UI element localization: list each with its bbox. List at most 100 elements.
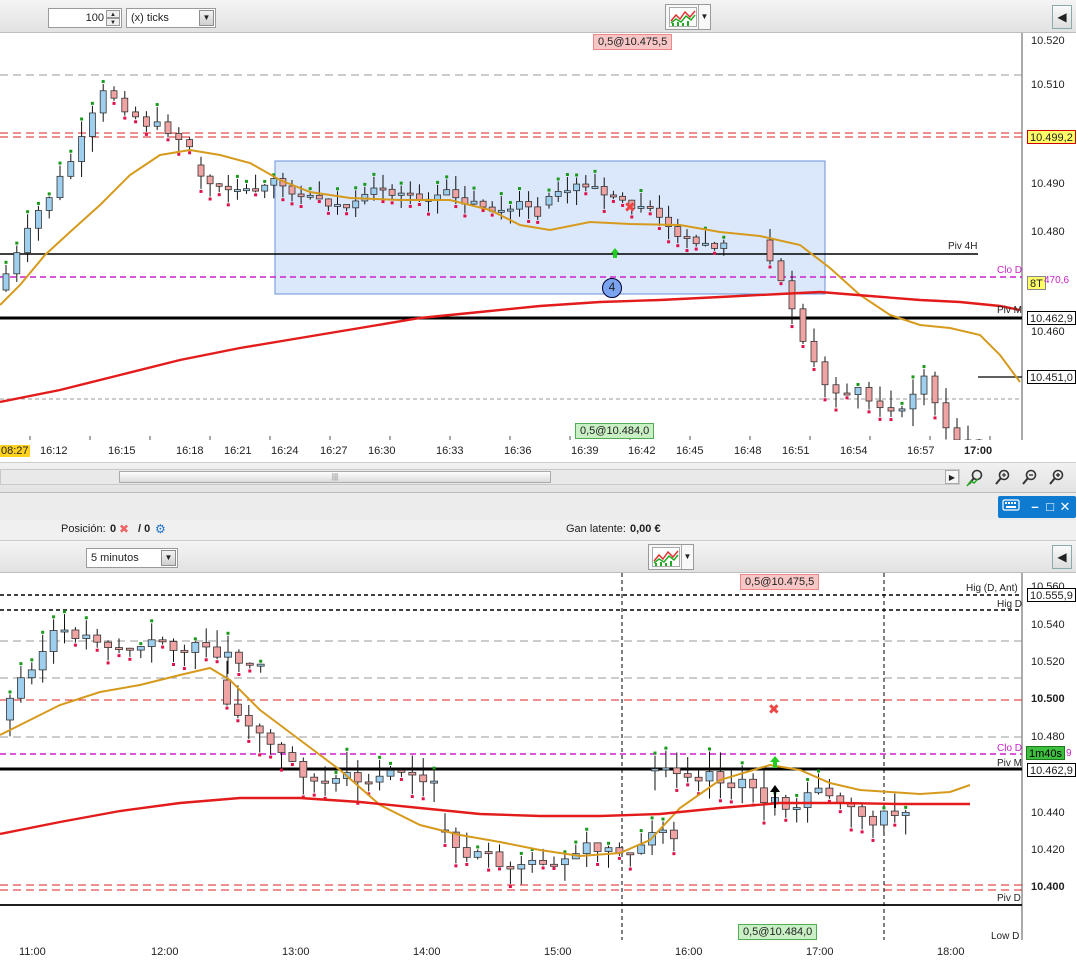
candle-body [561, 858, 569, 866]
candle-marker [508, 885, 512, 889]
candle-marker [676, 244, 680, 248]
candle-marker [90, 101, 94, 105]
bottom-price-chart[interactable]: ✖ [0, 573, 1076, 962]
candle-marker [768, 265, 772, 269]
candle-marker [336, 187, 339, 191]
candle-body [142, 116, 150, 127]
candle-body [408, 771, 417, 776]
candle-marker [536, 220, 540, 224]
candle-marker [208, 197, 212, 201]
panel-separator[interactable]: – □ ✕ [0, 492, 1076, 520]
auto-zoom-icon[interactable] [966, 469, 984, 487]
candle-marker [685, 249, 689, 253]
time-tick: 15:00 [544, 946, 572, 958]
candle-body [215, 183, 223, 187]
sell-order-tag[interactable]: 0,5@10.475,5 [593, 34, 673, 50]
zoom-in-icon[interactable] [1047, 469, 1065, 487]
horizontal-scrollbar[interactable]: ||| [0, 469, 960, 485]
candle-body [953, 427, 961, 441]
candle-marker [245, 179, 248, 183]
candle-body [224, 185, 232, 191]
candle-marker [648, 212, 652, 216]
buy-order-tag[interactable]: 0,5@10.484,0 [575, 423, 655, 439]
top-time-axis: 08:27 16:12 16:15 16:18 16:21 16:24 16:2… [0, 440, 1076, 462]
candle-marker [15, 241, 19, 245]
chevron-down-icon[interactable]: ▼ [681, 545, 693, 569]
scroll-right-icon[interactable]: ▶ [945, 470, 959, 484]
buy-order-tag[interactable]: 0,5@10.484,0 [738, 924, 818, 940]
candle-body [788, 280, 796, 310]
candle-marker [299, 205, 303, 209]
price-tick: 10.480 [1031, 731, 1065, 743]
hig-ant-price: 10.555,9 [1027, 588, 1076, 602]
clo-value: 470,6 [1044, 275, 1070, 286]
candle-body [224, 651, 232, 658]
settings-gear-icon[interactable]: ⚙ [155, 522, 166, 536]
chevron-down-icon[interactable]: ▼ [698, 5, 710, 29]
sell-order-tag[interactable]: 0,5@10.475,5 [740, 574, 820, 590]
annotation-badge[interactable]: 4 [602, 278, 622, 298]
candle-body [261, 184, 269, 192]
candle-marker [823, 398, 827, 402]
top-price-chart[interactable]: ✖ [0, 33, 1076, 461]
candle-body [299, 760, 308, 778]
indicators-button[interactable]: ▼ [648, 544, 694, 570]
stepper-up-icon[interactable]: ▲ [106, 10, 120, 18]
candle-marker [779, 282, 783, 286]
time-tick: 16:39 [571, 445, 599, 457]
keyboard-icon[interactable] [1002, 498, 1020, 516]
scroll-thumb[interactable]: ||| [119, 471, 551, 483]
quantity-value: 100 [85, 12, 104, 24]
candle-body [777, 260, 785, 282]
candle-body [343, 204, 351, 209]
candle-body [406, 192, 414, 196]
candle-marker [729, 800, 733, 804]
candle-marker [354, 186, 358, 190]
candle-body [27, 669, 36, 679]
interval-select[interactable]: 5 minutos ▼ [86, 548, 178, 568]
piv-m-label: Piv M [997, 758, 1022, 769]
candle-marker [101, 80, 105, 84]
candle-body [197, 164, 205, 177]
candle-body [670, 829, 678, 840]
zoom-out-icon[interactable] [1020, 469, 1038, 487]
panel-left-arrow-icon[interactable]: ◀ [1052, 545, 1072, 569]
candle-marker [900, 401, 904, 405]
candle-marker [518, 187, 521, 191]
candle-body [191, 642, 200, 653]
candle-marker [611, 199, 615, 203]
candle-body [534, 206, 542, 217]
candle-body [370, 187, 378, 195]
price-tick: 10.500 [1031, 693, 1065, 705]
candle-marker [258, 753, 262, 757]
bottom-time-axis: 11:00 12:00 13:00 14:00 15:00 16:00 17:0… [0, 940, 1020, 962]
candle-body [56, 175, 64, 199]
candle-body [180, 650, 189, 653]
candle-marker [280, 768, 283, 772]
gain-value: 0,00 € [630, 523, 661, 535]
time-tick: 16:33 [436, 445, 464, 457]
candle-marker [675, 788, 679, 792]
candle-body [266, 732, 275, 745]
candle-body [672, 767, 681, 775]
candle-marker [650, 816, 654, 820]
time-tick: 16:18 [176, 445, 204, 457]
candle-marker [172, 662, 175, 666]
panel-left-arrow-icon[interactable]: ◀ [1052, 5, 1072, 29]
unit-select[interactable]: (x) ticks ▼ [126, 8, 216, 28]
time-tick: 16:54 [840, 445, 868, 457]
quantity-stepper[interactable]: 100 ▲ ▼ [48, 8, 122, 28]
candle-body [255, 725, 264, 734]
stepper-down-icon[interactable]: ▼ [106, 18, 120, 26]
time-tick: 16:12 [40, 445, 68, 457]
candle-body [223, 679, 231, 705]
candle-marker [454, 864, 458, 868]
candle-body [539, 859, 547, 865]
candle-marker [740, 761, 744, 765]
candle-body [104, 641, 112, 648]
close-icon[interactable]: ✕ [1056, 498, 1074, 516]
close-position-icon[interactable]: ✖ [119, 522, 129, 536]
indicators-button[interactable]: ▼ [665, 4, 711, 30]
candle-marker [334, 770, 338, 774]
zoom-fit-icon[interactable] [993, 469, 1011, 487]
